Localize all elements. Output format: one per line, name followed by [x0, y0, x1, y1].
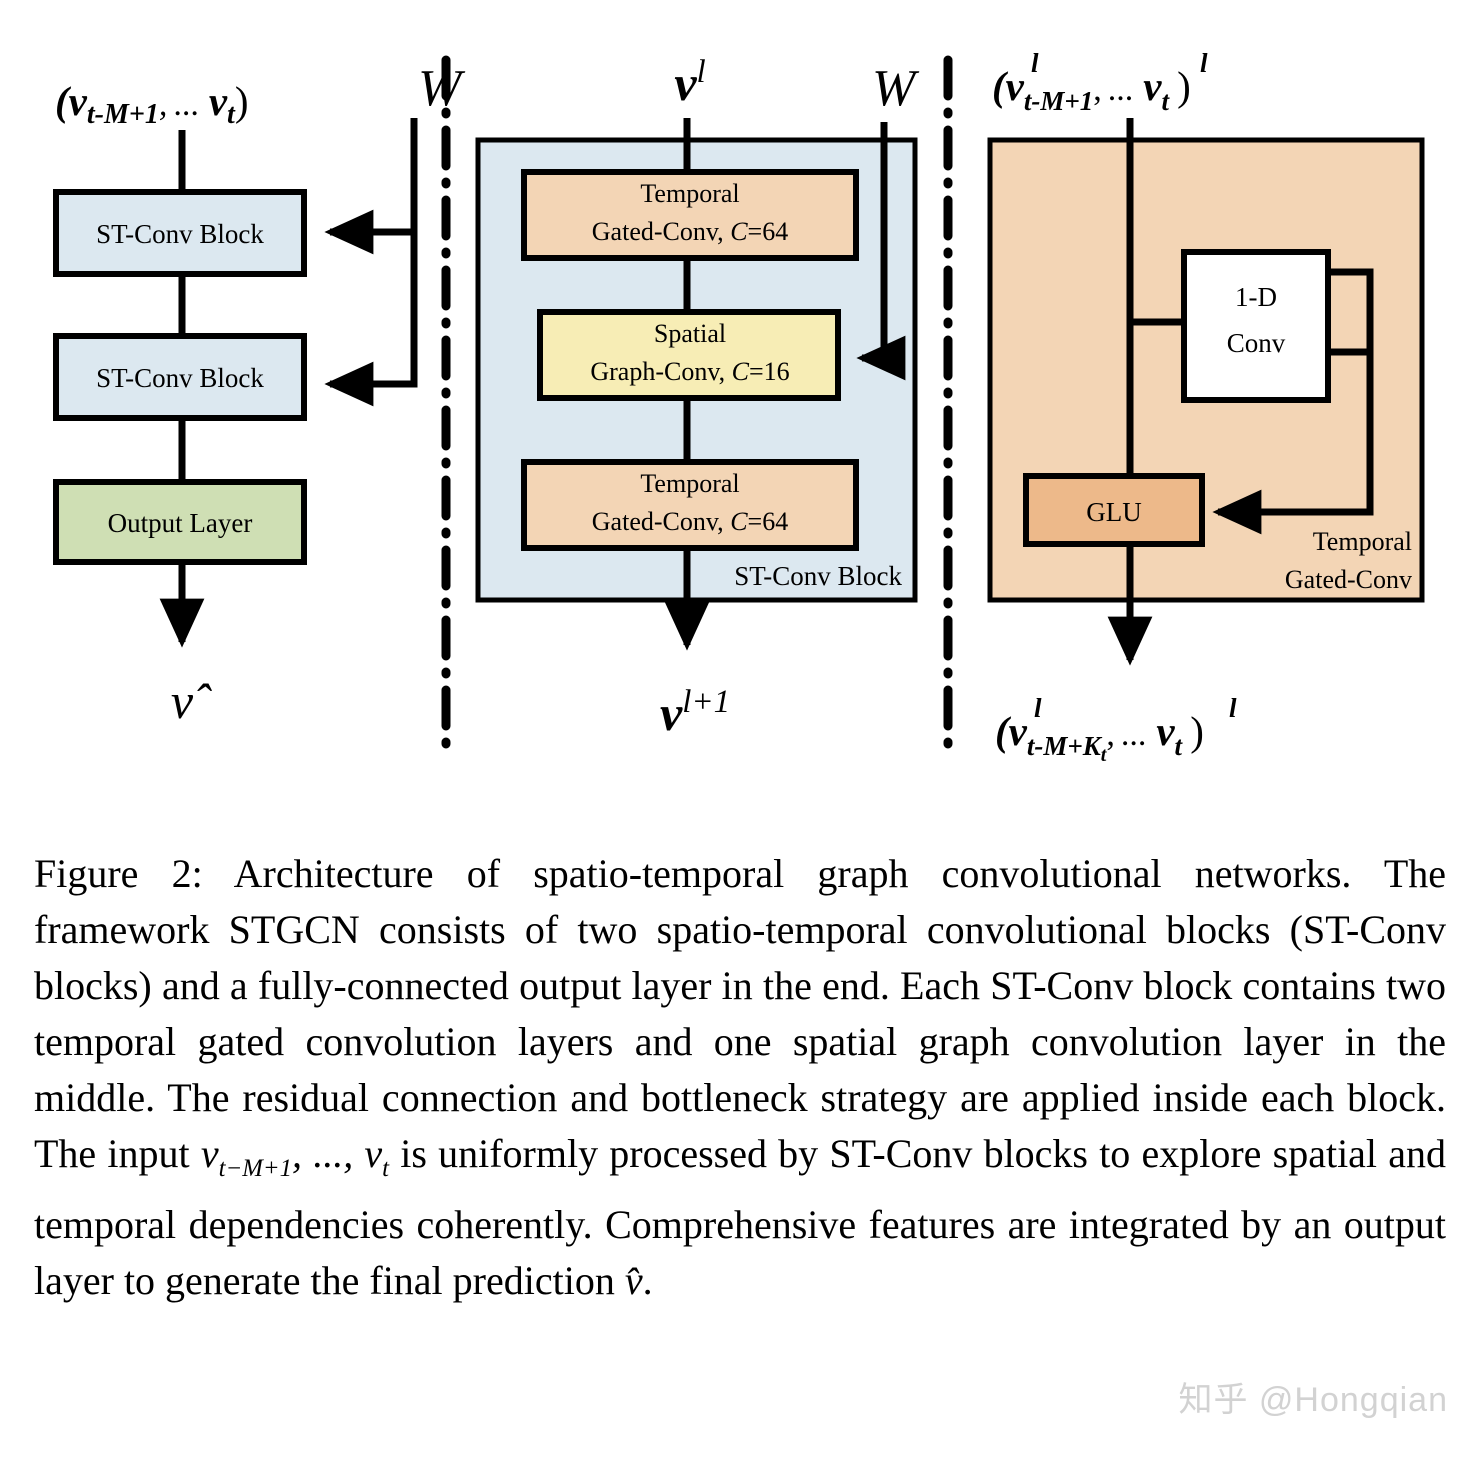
panel1-weight-trunk — [330, 118, 418, 388]
panel-temporal-gated-conv-detail: (νt-M+1,... νt ) l l Temporal Gated-Conv … — [987, 48, 1425, 766]
panel3-output-superscript-2: l — [1229, 693, 1237, 723]
panel3-container-label-line1: Temporal — [1313, 527, 1412, 556]
panel2-container-label: ST-Conv Block — [734, 561, 902, 591]
panel3-input-label: (νt-M+1,... νt ) — [992, 63, 1191, 116]
caption-part3: . — [642, 1258, 653, 1303]
panel1-input-label: (νt-M+1,... νt) — [55, 78, 248, 130]
figure-2-diagram: (νt-M+1,... νt) ST-Conv Block ST-Conv Blo… — [0, 0, 1476, 800]
panel2-temporal-gated-conv-bottom-line1: Temporal — [640, 469, 739, 498]
panel2-temporal-gated-conv-bottom-line2: Gated-Conv, C=64 — [592, 507, 788, 536]
panel-overall-architecture: (νt-M+1,... νt) ST-Conv Block ST-Conv Blo… — [53, 60, 466, 729]
panel1-output-layer-label: Output Layer — [108, 508, 253, 538]
architecture-svg: (νt-M+1,... νt) ST-Conv Block ST-Conv Blo… — [53, 48, 1425, 766]
panel2-output-label: νl+1 — [660, 684, 730, 741]
panel3-output-label: (νt-M+Kt,... νt ) — [995, 708, 1204, 766]
panel2-temporal-gated-conv-top-line1: Temporal — [640, 179, 739, 208]
figure-caption: Figure 2: Architecture of spatio-tempora… — [34, 846, 1446, 1309]
panel2-weight-label: W — [872, 60, 920, 117]
panel1-output-label: ν̂ — [171, 673, 212, 729]
panel3-1d-conv-label-line1: 1-D — [1235, 282, 1277, 312]
caption-math-input: vt−M+1, ..., vt — [200, 1131, 390, 1182]
panel2-temporal-gated-conv-top-line2: Gated-Conv, C=64 — [592, 217, 788, 246]
panel3-1d-conv-block — [1181, 249, 1331, 403]
panel3-input-superscript-2: l — [1200, 48, 1208, 78]
panel3-output-superscript-1: l — [1034, 693, 1042, 723]
panel2-spatial-graph-conv-line2: Graph-Conv, C=16 — [590, 357, 789, 386]
panel-st-conv-block-detail: νl ST-Conv Block Temporal Gated-Conv, C=… — [475, 54, 920, 741]
panel3-glu-label: GLU — [1086, 497, 1142, 527]
watermark: 知乎 @Hongqian — [1178, 1381, 1448, 1419]
panel2-spatial-graph-conv-line1: Spatial — [654, 319, 726, 348]
caption-prefix: Figure 2: — [34, 851, 203, 896]
panel3-1d-conv-label-line2: Conv — [1227, 328, 1286, 358]
panel1-st-conv-block-2-label: ST-Conv Block — [96, 363, 264, 393]
caption-part1: Architecture of spatio-temporal graph co… — [34, 851, 1447, 1176]
panel2-input-label: νl — [674, 54, 705, 111]
panel3-container-label-line2: Gated-Conv — [1285, 565, 1412, 594]
panel1-st-conv-block-1-label: ST-Conv Block — [96, 219, 264, 249]
caption-math-output: v̂ — [624, 1258, 643, 1303]
panel3-input-superscript-1: l — [1031, 48, 1039, 78]
